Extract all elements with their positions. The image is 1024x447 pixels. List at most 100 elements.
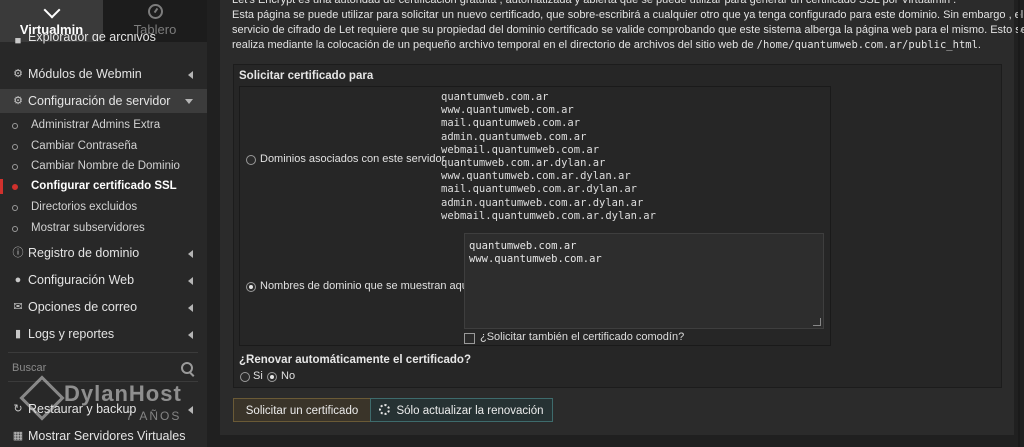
chevron-left-icon (188, 331, 193, 339)
dashboard-icon (103, 0, 207, 22)
sidebar-item-virtual-servers[interactable]: ▦ Mostrar Servidores Virtuales (0, 424, 207, 447)
envelope-icon: ✉ (13, 301, 23, 313)
domain-item: mail.quantumweb.com.ar (441, 117, 581, 130)
divider (8, 352, 198, 353)
wildcard-checkbox[interactable] (464, 333, 475, 344)
sidebar-subitem-subservers[interactable]: Mostrar subservidores (0, 218, 207, 239)
sidebar-item-label: Configuración Web (28, 273, 135, 287)
modules-icon: ⚙ (13, 68, 23, 80)
bullet-icon (12, 226, 18, 232)
chevron-left-icon (188, 71, 193, 79)
domain-item: webmail.quantumweb.com.ar (441, 143, 600, 156)
sidebar-subitem-excluded-dirs[interactable]: Directorios excluidos (0, 197, 207, 218)
radio-renew-no[interactable] (267, 372, 277, 382)
domain-options-box: Dominios asociados con este servidor qua… (239, 86, 831, 346)
radio-renew-yes[interactable] (240, 372, 250, 382)
gear-icon (379, 404, 391, 415)
textarea-line: quantumweb.com.ar (469, 240, 577, 252)
logo-years: 7 AÑOS (126, 409, 182, 423)
bullet-icon (12, 184, 18, 190)
logo-diamond-icon (19, 375, 65, 421)
sidebar-item-web-config[interactable]: ● Configuración Web (0, 268, 207, 292)
bullet-icon (12, 205, 18, 211)
request-form: Solicitar certificado para Dominios asoc… (233, 64, 1002, 388)
sidebar-item-label: Logs y reportes (28, 327, 115, 341)
wildcard-label: ¿Solicitar también el certificado comodí… (480, 331, 685, 343)
globe-icon: ● (14, 274, 22, 286)
renew-only-button[interactable]: Sólo actualizar la renovación (370, 398, 553, 422)
sidebar-subitem-label: Cambiar Contraseña (31, 140, 138, 152)
request-certificate-label: Solicitar un certificado (245, 405, 359, 417)
sidebar-item-file-manager[interactable]: ■ Explorador de archivos (0, 34, 207, 48)
active-indicator (0, 179, 3, 194)
domain-item: www.quantumweb.com.ar (441, 104, 574, 117)
radio-listed-domains[interactable] (246, 282, 256, 292)
sidebar-subitem-extra-admins[interactable]: Administrar Admins Extra (0, 115, 207, 136)
sidebar-subitem-label: Cambiar Nombre de Dominio (31, 160, 180, 172)
sidebar-item-label: Mostrar Servidores Virtuales (28, 429, 186, 443)
bullet-icon (12, 144, 18, 150)
sidebar-search[interactable]: Buscar (0, 358, 207, 380)
radio-associated-domains[interactable] (246, 155, 256, 165)
sidebar-subitem-ssl-certificate[interactable]: Configurar certificado SSL (0, 176, 207, 197)
domain-item: www.quantumweb.com.ar.dylan.ar (441, 170, 631, 183)
chevron-left-icon (188, 277, 193, 285)
domain-names-textarea[interactable]: quantumweb.com.ar www.quantumweb.com.ar (464, 233, 824, 329)
sidebar-subitem-label: Directorios excluidos (31, 201, 138, 213)
public-html-path: /home/quantumweb.com.ar/public_html (756, 39, 978, 51)
sidebar-item-label: Registro de dominio (28, 246, 140, 260)
intro-line: realiza mediante la colocación de un peq… (232, 38, 981, 54)
domain-item: mail.quantumweb.com.ar.dylan.ar (441, 183, 637, 196)
resize-handle-icon[interactable] (813, 318, 821, 326)
server-icon: ▦ (12, 430, 24, 442)
sidebar-subitem-label: Administrar Admins Extra (31, 119, 161, 131)
domain-item: quantumweb.com.ar.dylan.ar (441, 156, 606, 169)
sidebar-item-server-config[interactable]: ⚙ Configuración de servidor (0, 89, 207, 113)
sidebar-subitem-change-password[interactable]: Cambiar Contraseña (0, 136, 207, 157)
search-icon[interactable] (181, 362, 193, 374)
bullet-icon (12, 123, 18, 129)
intro-line: servicio de cifrado de Let requiere que … (232, 24, 1024, 36)
file-manager-icon: ■ (14, 35, 22, 47)
sidebar: Virtualmin Tablero ■ Explorador de archi… (0, 0, 207, 447)
search-input[interactable]: Buscar (12, 362, 46, 374)
content-panel: Let's Encrypt es una autoridad de certif… (220, 0, 1024, 435)
chevron-left-icon (188, 304, 193, 312)
sidebar-item-label: Módulos de Webmin (28, 67, 142, 81)
sidebar-subitem-label: Mostrar subservidores (31, 222, 145, 234)
gears-icon: ⚙ (13, 95, 23, 107)
sidebar-item-mail-options[interactable]: ✉ Opciones de correo (0, 295, 207, 319)
sidebar-item-domain-registration[interactable]: ⓘ Registro de dominio (0, 241, 207, 265)
sidebar-item-webmin-modules[interactable]: ⚙ Módulos de Webmin (0, 62, 207, 86)
sidebar-item-label: Opciones de correo (28, 300, 138, 314)
form-title: Solicitar certificado para (239, 70, 374, 82)
domain-item: admin.quantumweb.com.ar.dylan.ar (441, 196, 644, 209)
sidebar-item-label: Explorador de archivos (28, 34, 156, 44)
associated-domain-list: quantumweb.com.ar www.quantumweb.com.ar … (441, 91, 656, 223)
textarea-line: www.quantumweb.com.ar (469, 253, 602, 265)
sidebar-item-label: Configuración de servidor (28, 94, 171, 108)
renew-question: ¿Renovar automáticamente el certificado? (239, 354, 471, 366)
logo-brand: DylanHost (64, 381, 182, 406)
sidebar-subitem-change-domain[interactable]: Cambiar Nombre de Dominio (0, 156, 207, 177)
chevron-left-icon (188, 250, 193, 258)
intro-line-end: . (977, 39, 981, 51)
domain-item: quantumweb.com.ar (441, 91, 549, 103)
info-icon: ⓘ (12, 247, 24, 259)
brand-logo: DylanHost 7 AÑOS (19, 375, 192, 424)
scrollbar[interactable] (1018, 0, 1020, 447)
request-certificate-button[interactable]: Solicitar un certificado (233, 398, 371, 422)
domain-item: admin.quantumweb.com.ar (441, 130, 587, 143)
sidebar-subitem-label: Configurar certificado SSL (31, 180, 177, 192)
intro-line-text: realiza mediante la colocación de un peq… (232, 39, 754, 51)
sidebar-item-logs-reports[interactable]: ▮ Logs y reportes (0, 322, 207, 346)
chevron-down-icon (0, 0, 103, 22)
intro-line: Esta página se puede utilizar para solic… (232, 9, 1024, 21)
renew-only-label: Sólo actualizar la renovación (396, 405, 544, 417)
domain-item: webmail.quantumweb.com.ar.dylan.ar (441, 209, 656, 222)
radio-associated-label: Dominios asociados con este servidor (260, 153, 446, 165)
chevron-down-icon (185, 99, 193, 104)
main-area: Let's Encrypt es una autoridad de certif… (207, 0, 1024, 447)
radio-listed-label: Nombres de dominio que se muestran aquí (260, 280, 471, 292)
radio-renew-no-label: No (281, 370, 296, 382)
